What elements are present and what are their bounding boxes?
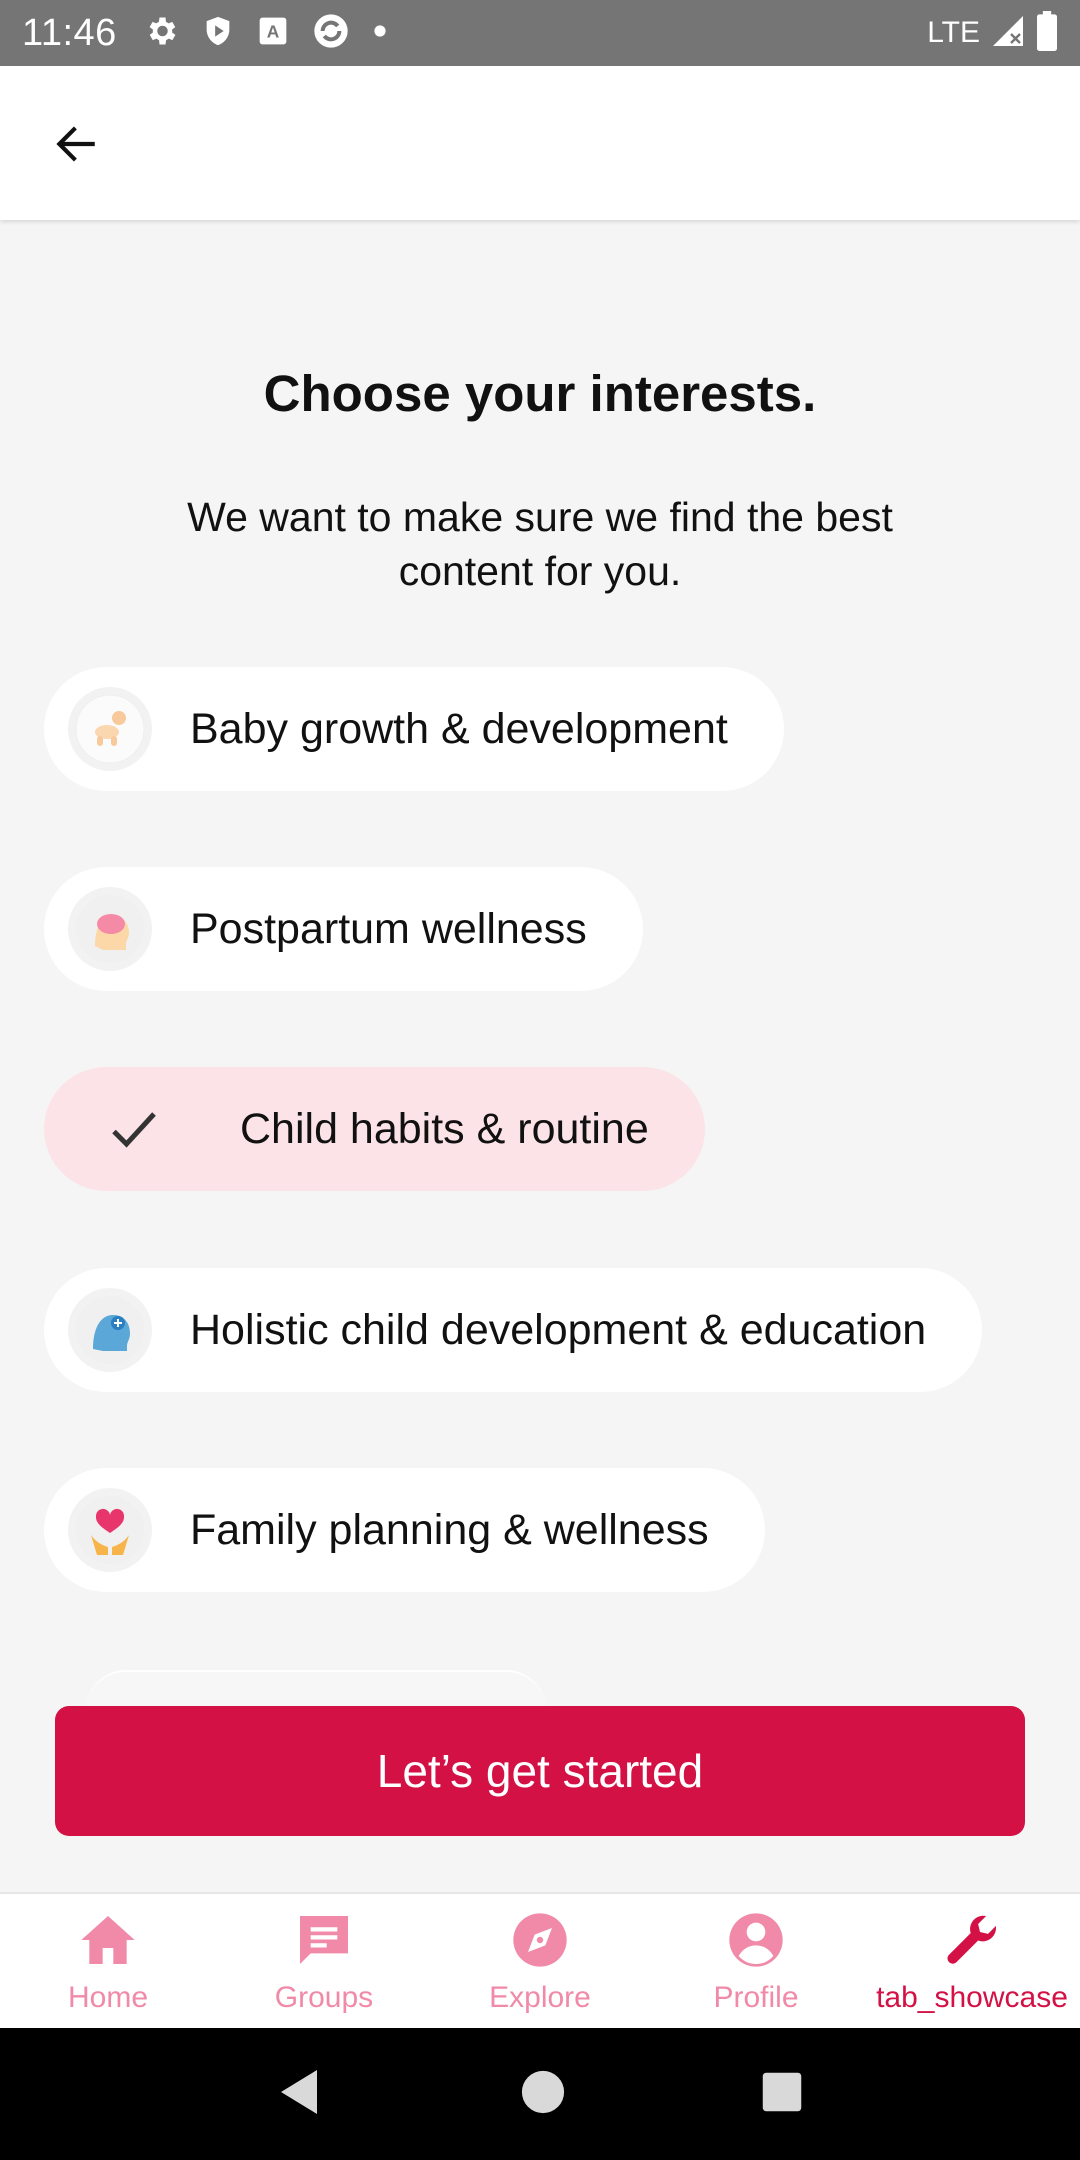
check-icon: [92, 1087, 176, 1171]
nav-label: Explore: [489, 1981, 591, 2014]
nav-item-profile[interactable]: Profile: [648, 1894, 864, 2028]
nav-label: Groups: [274, 1981, 374, 2014]
system-recents-button[interactable]: [761, 2071, 803, 2118]
system-back-button[interactable]: [277, 2066, 325, 2123]
brain-head-icon: [68, 887, 152, 971]
interest-label: Child habits & routine: [240, 1104, 649, 1153]
a-box-icon: A: [257, 15, 289, 52]
person-circle-icon: [724, 1908, 788, 1977]
network-type: LTE: [927, 16, 980, 49]
nav-label: Profile: [713, 1981, 799, 2014]
interest-chip-child-habits[interactable]: Child habits & routine: [44, 1067, 705, 1191]
interest-label: Baby growth & development: [190, 704, 728, 753]
dot-icon: [373, 24, 387, 43]
get-started-button[interactable]: Let’s get started: [55, 1706, 1025, 1836]
system-nav-bar: [0, 2028, 1080, 2160]
crawling-baby-icon: [68, 687, 152, 771]
compass-icon: [508, 1908, 572, 1977]
interest-label: Family planning & wellness: [190, 1505, 709, 1554]
page-title: Choose your interests.: [263, 365, 817, 422]
status-bar: 11:46 A LTE: [0, 0, 1080, 66]
chat-bubble-icon: [292, 1908, 356, 1977]
bottom-nav: Home Groups Explore Profile tab_showcase: [0, 1892, 1080, 2028]
interest-chip-partial: [86, 1670, 546, 1710]
arrow-left-icon: [51, 119, 101, 174]
nav-item-home[interactable]: Home: [0, 1894, 216, 2028]
heart-hands-icon: [68, 1488, 152, 1572]
app-bar: [0, 66, 1080, 220]
nav-item-tab-showcase[interactable]: tab_showcase: [864, 1894, 1080, 2028]
head-plus-icon: [68, 1288, 152, 1372]
wrench-icon: [940, 1908, 1004, 1977]
gear-icon: [143, 13, 179, 54]
sync-icon: [311, 11, 351, 56]
back-button[interactable]: [40, 110, 112, 182]
interest-chip-baby-growth[interactable]: Baby growth & development: [44, 667, 784, 791]
page-subtitle: We want to make sure we find the best co…: [187, 494, 893, 594]
interest-chip-postpartum[interactable]: Postpartum wellness: [44, 867, 643, 991]
system-home-button[interactable]: [520, 2069, 566, 2120]
signal-icon: [990, 13, 1026, 54]
battery-icon: [1036, 10, 1058, 56]
nav-item-groups[interactable]: Groups: [216, 1894, 432, 2028]
home-icon: [76, 1908, 140, 1977]
interest-label: Postpartum wellness: [190, 904, 587, 953]
nav-label: Home: [67, 1981, 149, 2014]
nav-item-explore[interactable]: Explore: [432, 1894, 648, 2028]
shield-icon: [201, 13, 235, 54]
interest-chip-family-planning[interactable]: Family planning & wellness: [44, 1468, 765, 1592]
status-time: 11:46: [22, 11, 117, 54]
nav-label: tab_showcase: [876, 1981, 1068, 2014]
interests-screen: Choose your interests. We want to make s…: [0, 242, 1080, 1892]
interest-chip-holistic[interactable]: Holistic child development & education: [44, 1268, 983, 1392]
interest-label: Holistic child development & education: [190, 1305, 927, 1354]
svg-text:A: A: [267, 21, 280, 41]
